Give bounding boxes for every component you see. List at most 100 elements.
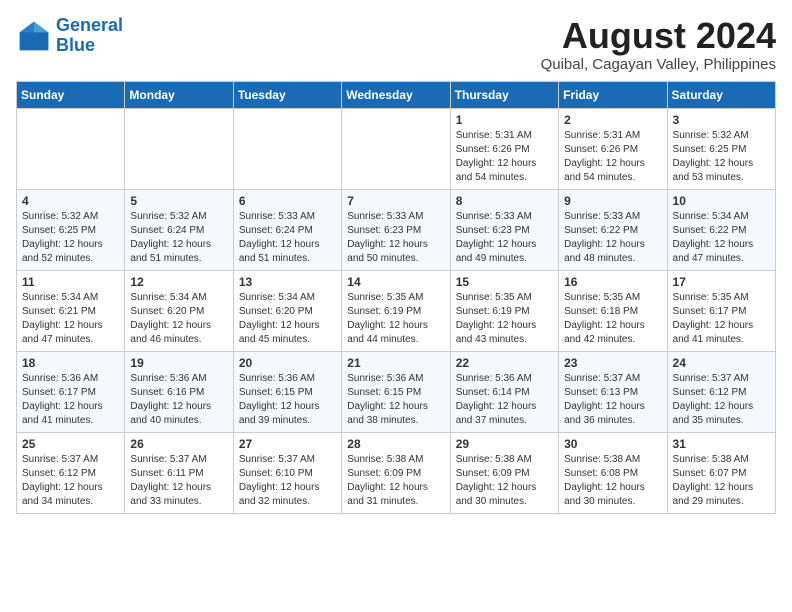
day-number: 26 [130, 437, 227, 451]
day-info: Sunrise: 5:31 AM Sunset: 6:26 PM Dayligh… [564, 129, 661, 185]
calendar-cell [125, 108, 233, 189]
calendar-cell: 12Sunrise: 5:34 AM Sunset: 6:20 PM Dayli… [125, 270, 233, 351]
calendar-week-3: 11 Sunrise: 5:34 AM Sunset: 6:21 PM Dayli… [17, 270, 776, 351]
day-info: Sunrise: 5:33 AM Sunset: 6:23 PM Dayligh… [347, 210, 444, 266]
day-info: Sunrise: 5:33 AM Sunset: 6:23 PM Dayligh… [456, 210, 553, 266]
day-info: Sunrise: 5:38 AM Sunset: 6:08 PM Dayligh… [564, 453, 661, 509]
day-number: 3 [673, 113, 770, 127]
day-number: 4 [22, 194, 119, 208]
day-info: Sunrise: 5:37 AM Sunset: 6:11 PM Dayligh… [130, 453, 227, 509]
day-number: 2 [564, 113, 661, 127]
day-number: 8 [456, 194, 553, 208]
day-header-friday: Friday [559, 81, 667, 108]
calendar-week-4: 18Sunrise: 5:36 AM Sunset: 6:17 PM Dayli… [17, 351, 776, 432]
title-section: August 2024 Quibal, Cagayan Valley, Phil… [541, 16, 776, 73]
calendar-cell: 7Sunrise: 5:33 AM Sunset: 6:23 PM Daylig… [342, 189, 450, 270]
day-number: 13 [239, 275, 336, 289]
logo-text: General Blue [56, 16, 123, 56]
day-number: 19 [130, 356, 227, 370]
calendar-cell: 18Sunrise: 5:36 AM Sunset: 6:17 PM Dayli… [17, 351, 125, 432]
day-number: 24 [673, 356, 770, 370]
day-info: Sunrise: 5:38 AM Sunset: 6:07 PM Dayligh… [673, 453, 770, 509]
calendar-cell: 1 Sunrise: 5:31 AM Sunset: 6:26 PM Daylig… [450, 108, 558, 189]
calendar-cell: 20 Sunrise: 5:36 AM Sunset: 6:15 PM Dayli… [233, 351, 341, 432]
day-number: 5 [130, 194, 227, 208]
page-header: General Blue August 2024 Quibal, Cagayan… [16, 16, 776, 73]
day-info: Sunrise: 5:35 AM Sunset: 6:19 PM Dayligh… [347, 291, 444, 347]
logo-line1: General [56, 15, 123, 35]
day-info: Sunrise: 5:38 AM Sunset: 6:09 PM Dayligh… [456, 453, 553, 509]
calendar-cell: 8 Sunrise: 5:33 AM Sunset: 6:23 PM Daylig… [450, 189, 558, 270]
calendar-cell: 5Sunrise: 5:32 AM Sunset: 6:24 PM Daylig… [125, 189, 233, 270]
day-number: 10 [673, 194, 770, 208]
day-number: 9 [564, 194, 661, 208]
calendar-cell: 19Sunrise: 5:36 AM Sunset: 6:16 PM Dayli… [125, 351, 233, 432]
day-info: Sunrise: 5:38 AM Sunset: 6:09 PM Dayligh… [347, 453, 444, 509]
day-info: Sunrise: 5:37 AM Sunset: 6:10 PM Dayligh… [239, 453, 336, 509]
calendar-cell: 2 Sunrise: 5:31 AM Sunset: 6:26 PM Daylig… [559, 108, 667, 189]
calendar-cell: 17Sunrise: 5:35 AM Sunset: 6:17 PM Dayli… [667, 270, 775, 351]
day-info: Sunrise: 5:32 AM Sunset: 6:25 PM Dayligh… [673, 129, 770, 185]
calendar-cell [342, 108, 450, 189]
calendar-cell: 27 Sunrise: 5:37 AM Sunset: 6:10 PM Dayli… [233, 432, 341, 513]
day-number: 6 [239, 194, 336, 208]
subtitle: Quibal, Cagayan Valley, Philippines [541, 56, 776, 73]
day-number: 14 [347, 275, 444, 289]
day-info: Sunrise: 5:34 AM Sunset: 6:21 PM Dayligh… [22, 291, 119, 347]
day-number: 28 [347, 437, 444, 451]
day-number: 27 [239, 437, 336, 451]
calendar-cell: 28 Sunrise: 5:38 AM Sunset: 6:09 PM Dayli… [342, 432, 450, 513]
day-info: Sunrise: 5:36 AM Sunset: 6:17 PM Dayligh… [22, 372, 119, 428]
calendar-cell: 23Sunrise: 5:37 AM Sunset: 6:13 PM Dayli… [559, 351, 667, 432]
calendar-week-2: 4Sunrise: 5:32 AM Sunset: 6:25 PM Daylig… [17, 189, 776, 270]
day-info: Sunrise: 5:34 AM Sunset: 6:22 PM Dayligh… [673, 210, 770, 266]
logo-line2: Blue [56, 35, 95, 55]
day-number: 1 [456, 113, 553, 127]
day-info: Sunrise: 5:37 AM Sunset: 6:12 PM Dayligh… [22, 453, 119, 509]
day-number: 21 [347, 356, 444, 370]
day-number: 20 [239, 356, 336, 370]
calendar-cell: 3 Sunrise: 5:32 AM Sunset: 6:25 PM Daylig… [667, 108, 775, 189]
day-info: Sunrise: 5:36 AM Sunset: 6:15 PM Dayligh… [347, 372, 444, 428]
day-info: Sunrise: 5:31 AM Sunset: 6:26 PM Dayligh… [456, 129, 553, 185]
day-info: Sunrise: 5:34 AM Sunset: 6:20 PM Dayligh… [239, 291, 336, 347]
day-number: 31 [673, 437, 770, 451]
calendar-cell: 29 Sunrise: 5:38 AM Sunset: 6:09 PM Dayli… [450, 432, 558, 513]
calendar-cell: 22 Sunrise: 5:36 AM Sunset: 6:14 PM Dayli… [450, 351, 558, 432]
day-info: Sunrise: 5:33 AM Sunset: 6:22 PM Dayligh… [564, 210, 661, 266]
calendar-cell: 13 Sunrise: 5:34 AM Sunset: 6:20 PM Dayli… [233, 270, 341, 351]
calendar-cell: 11 Sunrise: 5:34 AM Sunset: 6:21 PM Dayli… [17, 270, 125, 351]
calendar-cell [17, 108, 125, 189]
calendar-cell: 30 Sunrise: 5:38 AM Sunset: 6:08 PM Dayli… [559, 432, 667, 513]
day-number: 22 [456, 356, 553, 370]
calendar-cell: 6Sunrise: 5:33 AM Sunset: 6:24 PM Daylig… [233, 189, 341, 270]
day-number: 11 [22, 275, 119, 289]
day-info: Sunrise: 5:35 AM Sunset: 6:19 PM Dayligh… [456, 291, 553, 347]
calendar-cell: 15 Sunrise: 5:35 AM Sunset: 6:19 PM Dayli… [450, 270, 558, 351]
logo: General Blue [16, 16, 123, 56]
day-number: 16 [564, 275, 661, 289]
day-info: Sunrise: 5:35 AM Sunset: 6:17 PM Dayligh… [673, 291, 770, 347]
calendar-cell: 10 Sunrise: 5:34 AM Sunset: 6:22 PM Dayli… [667, 189, 775, 270]
day-header-thursday: Thursday [450, 81, 558, 108]
day-header-monday: Monday [125, 81, 233, 108]
main-title: August 2024 [541, 16, 776, 56]
calendar-cell: 31 Sunrise: 5:38 AM Sunset: 6:07 PM Dayli… [667, 432, 775, 513]
calendar-cell: 9 Sunrise: 5:33 AM Sunset: 6:22 PM Daylig… [559, 189, 667, 270]
day-number: 25 [22, 437, 119, 451]
day-info: Sunrise: 5:37 AM Sunset: 6:13 PM Dayligh… [564, 372, 661, 428]
calendar-cell: 26 Sunrise: 5:37 AM Sunset: 6:11 PM Dayli… [125, 432, 233, 513]
day-info: Sunrise: 5:36 AM Sunset: 6:14 PM Dayligh… [456, 372, 553, 428]
day-number: 15 [456, 275, 553, 289]
day-info: Sunrise: 5:36 AM Sunset: 6:15 PM Dayligh… [239, 372, 336, 428]
calendar-week-1: 1 Sunrise: 5:31 AM Sunset: 6:26 PM Daylig… [17, 108, 776, 189]
day-header-sunday: Sunday [17, 81, 125, 108]
calendar-week-5: 25 Sunrise: 5:37 AM Sunset: 6:12 PM Dayli… [17, 432, 776, 513]
day-info: Sunrise: 5:34 AM Sunset: 6:20 PM Dayligh… [130, 291, 227, 347]
day-number: 29 [456, 437, 553, 451]
logo-icon [16, 18, 52, 54]
day-number: 30 [564, 437, 661, 451]
calendar-cell: 25 Sunrise: 5:37 AM Sunset: 6:12 PM Dayli… [17, 432, 125, 513]
day-header-saturday: Saturday [667, 81, 775, 108]
day-header-wednesday: Wednesday [342, 81, 450, 108]
